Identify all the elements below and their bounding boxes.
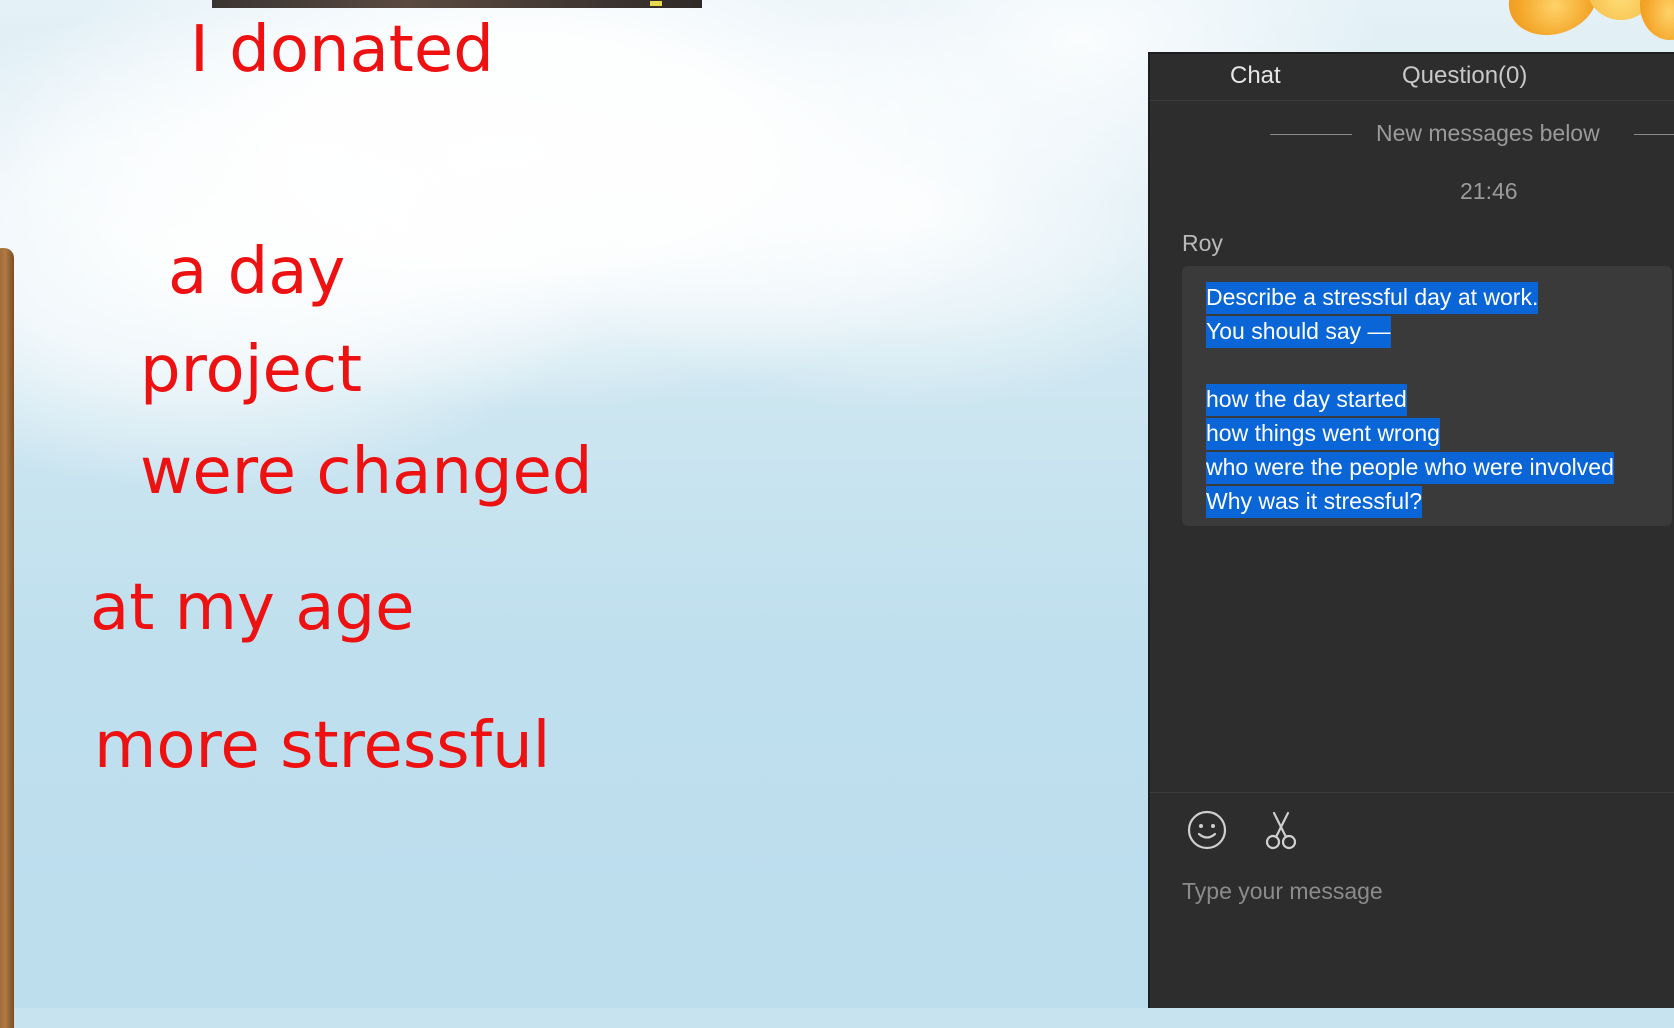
message-line: Describe a stressful day at work. xyxy=(1206,280,1614,314)
thumbnail-indicator xyxy=(650,1,662,6)
divider-line xyxy=(1270,134,1352,135)
selected-text: Describe a stressful day at work. xyxy=(1206,282,1539,314)
selected-text: who were the people who were involved xyxy=(1206,452,1614,484)
chat-tabs: Chat Question(0) xyxy=(1150,54,1674,101)
message-line: You should say — xyxy=(1206,314,1614,348)
selected-text: You should say — xyxy=(1206,316,1391,348)
message-sender: Roy xyxy=(1182,230,1223,256)
selected-text: how things went wrong xyxy=(1206,418,1440,450)
tab-question[interactable]: Question(0) xyxy=(1402,62,1527,90)
scissors-icon[interactable] xyxy=(1258,807,1304,853)
chat-panel: Chat Question(0) New messages below 21:4… xyxy=(1148,52,1674,1008)
message-line: Why was it stressful? xyxy=(1206,484,1614,518)
message-line: who were the people who were involved xyxy=(1206,450,1614,484)
message-composer xyxy=(1150,792,1674,1013)
divider-line xyxy=(1634,134,1674,135)
new-messages-divider: New messages below xyxy=(1150,120,1674,150)
annotation-text: project xyxy=(140,333,363,407)
emoji-icon[interactable] xyxy=(1184,807,1230,853)
message-text[interactable]: Describe a stressful day at work. You sh… xyxy=(1206,280,1614,518)
message-bubble[interactable]: Describe a stressful day at work. You sh… xyxy=(1182,266,1672,526)
message-timestamp: 21:46 xyxy=(1460,178,1518,204)
selected-text: how the day started xyxy=(1206,384,1407,416)
message-input[interactable] xyxy=(1182,871,1642,911)
message-line: how things went wrong xyxy=(1206,416,1614,450)
annotation-text: more stressful xyxy=(94,709,551,783)
annotation-text: a day xyxy=(168,235,346,309)
message-line: how the day started xyxy=(1206,382,1614,416)
selected-text: Why was it stressful? xyxy=(1206,486,1422,518)
annotation-text: at my age xyxy=(90,571,415,645)
tab-chat[interactable]: Chat xyxy=(1230,62,1281,90)
annotation-text: I donated xyxy=(190,13,494,87)
message-line-blank xyxy=(1206,348,1614,382)
wooden-post xyxy=(0,248,14,1028)
divider-label: New messages below xyxy=(1376,120,1600,146)
annotation-text: were changed xyxy=(140,435,593,509)
video-thumbnail-strip xyxy=(212,0,702,8)
